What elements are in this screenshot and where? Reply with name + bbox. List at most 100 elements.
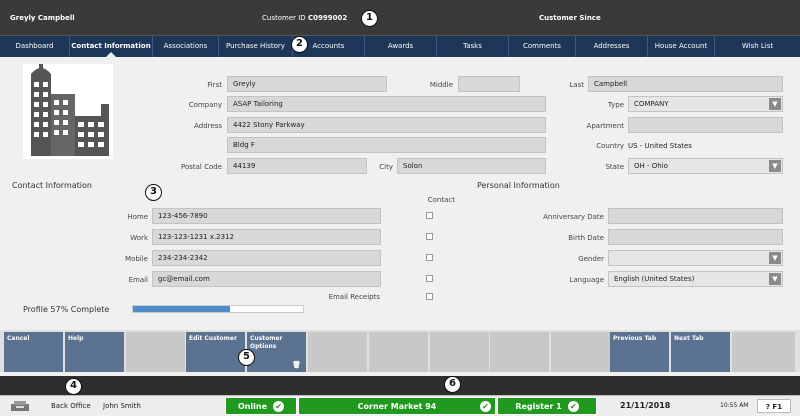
profile-progress-fill [133,306,230,312]
callout-6: 6 [444,376,461,393]
tab-awards[interactable]: Awards [365,36,437,57]
apartment-label: Apartment [586,122,624,130]
edit-customer-button[interactable]: Edit Customer [186,332,246,372]
current-date: 21/11/2018 [620,401,671,410]
chevron-down-icon: ▼ [769,273,781,285]
contact-information-title: Contact Information [12,181,92,190]
current-time: 10:55 AM [720,402,749,409]
email-field[interactable]: gc@email.com [152,271,381,287]
tab-addresses[interactable]: Addresses [576,36,648,57]
birth-date-field[interactable] [608,229,783,245]
language-label: Language [569,276,604,284]
home-contact-checkbox[interactable] [426,212,433,219]
tab-contact-information[interactable]: Contact Information [70,36,153,58]
country-value: US - United States [628,142,692,150]
gender-select[interactable]: ▼ [608,250,783,266]
city-field[interactable]: Solon [397,158,546,174]
email-receipts-checkbox[interactable] [426,293,433,300]
callout-4: 4 [65,378,82,395]
first-name-field[interactable]: Greyly [227,76,387,92]
help-button[interactable]: Help [65,332,125,372]
f1-label: F1 [772,403,783,411]
message-strip [0,376,800,395]
status-bar: Back Office John Smith Online ✔ Corner Ma… [0,395,800,415]
language-select[interactable]: English (United States) ▼ [608,271,783,287]
empty-button-slot [551,332,611,372]
check-icon: ✔ [273,401,285,412]
email-label: Email [128,276,148,284]
tab-purchase-history[interactable]: Purchase History [219,36,293,57]
current-user: John Smith [103,402,141,410]
cancel-button[interactable]: Cancel [4,332,64,372]
anniversary-date-label: Anniversary Date [543,213,604,221]
address-label: Address [194,122,222,130]
tab-house-account[interactable]: House Account [648,36,715,57]
company-field[interactable]: ASAP Tailoring [227,96,546,112]
tab-dashboard[interactable]: Dashboard [0,36,70,57]
city-label: City [379,163,393,171]
empty-button-slot [732,332,796,372]
tab-bar: Dashboard Contact Information Associatio… [0,36,800,58]
empty-button-slot [490,332,550,372]
mobile-contact-checkbox[interactable] [426,254,433,261]
email-contact-checkbox[interactable] [426,275,433,282]
apartment-field[interactable] [628,117,783,133]
customer-options-button[interactable]: Customer Options 🗑 [247,332,307,372]
store-status: Corner Market 94 ✔ [298,397,496,415]
anniversary-date-field[interactable] [608,208,783,224]
check-icon: ✔ [567,401,579,412]
chevron-down-icon: ▼ [769,160,781,172]
callout-5: 5 [238,349,255,366]
help-icon: ? [765,403,770,411]
home-phone-field[interactable]: 123-456-7890 [152,208,381,224]
language-value: English (United States) [614,275,695,283]
building-avatar-icon [23,64,113,159]
online-label: Online [237,402,268,411]
customer-id-label: Customer ID [262,14,306,22]
state-label: State [605,163,624,171]
tab-associations[interactable]: Associations [153,36,219,57]
back-office-link[interactable]: Back Office [51,396,91,416]
address-line1-field[interactable]: 4422 Stony Parkway [227,117,546,133]
help-f1-button[interactable]: ? F1 [757,399,791,413]
register-status: Register 1 ✔ [497,397,597,415]
postal-code-field[interactable]: 44139 [227,158,367,174]
customer-options-label: Customer Options [250,335,283,350]
work-phone-field[interactable]: 123-123-1231 x.2312 [152,229,381,245]
home-phone-label: Home [127,213,148,221]
gender-label: Gender [578,255,604,263]
mobile-phone-field[interactable]: 234-234-2342 [152,250,381,266]
trash-icon: 🗑 [292,361,301,369]
check-icon: ✔ [480,401,491,412]
tab-comments[interactable]: Comments [509,36,576,57]
previous-tab-button[interactable]: Previous Tab [610,332,670,372]
tab-tasks[interactable]: Tasks [437,36,509,57]
middle-name-field[interactable] [458,76,520,92]
type-value: COMPANY [634,100,669,108]
callout-3: 3 [145,184,162,201]
register-icon[interactable] [10,400,30,412]
callout-2: 2 [291,36,308,53]
function-button-bar: Cancel Help Edit Customer Customer Optio… [0,330,800,372]
address-line2-field[interactable]: Bldg F [227,137,546,153]
last-name-label: Last [569,81,584,89]
contact-column-label: Contact [427,196,455,204]
chevron-down-icon: ▼ [769,252,781,264]
type-label: Type [607,101,624,109]
register-label: Register 1 [515,402,562,411]
next-tab-button[interactable]: Next Tab [671,332,731,372]
state-value: OH - Ohio [634,162,668,170]
empty-button-slot [126,332,186,372]
work-phone-label: Work [130,234,148,242]
store-label: Corner Market 94 [357,402,437,411]
country-label: Country [596,142,624,150]
state-select[interactable]: OH - Ohio ▼ [628,158,783,174]
tab-wish-list[interactable]: Wish List [715,36,800,57]
birth-date-label: Birth Date [568,234,604,242]
empty-button-slot [430,332,490,372]
company-label: Company [188,101,222,109]
mobile-phone-label: Mobile [125,255,148,263]
type-select[interactable]: COMPANY ▼ [628,96,783,112]
work-contact-checkbox[interactable] [426,233,433,240]
last-name-field[interactable]: Campbell [588,76,783,92]
